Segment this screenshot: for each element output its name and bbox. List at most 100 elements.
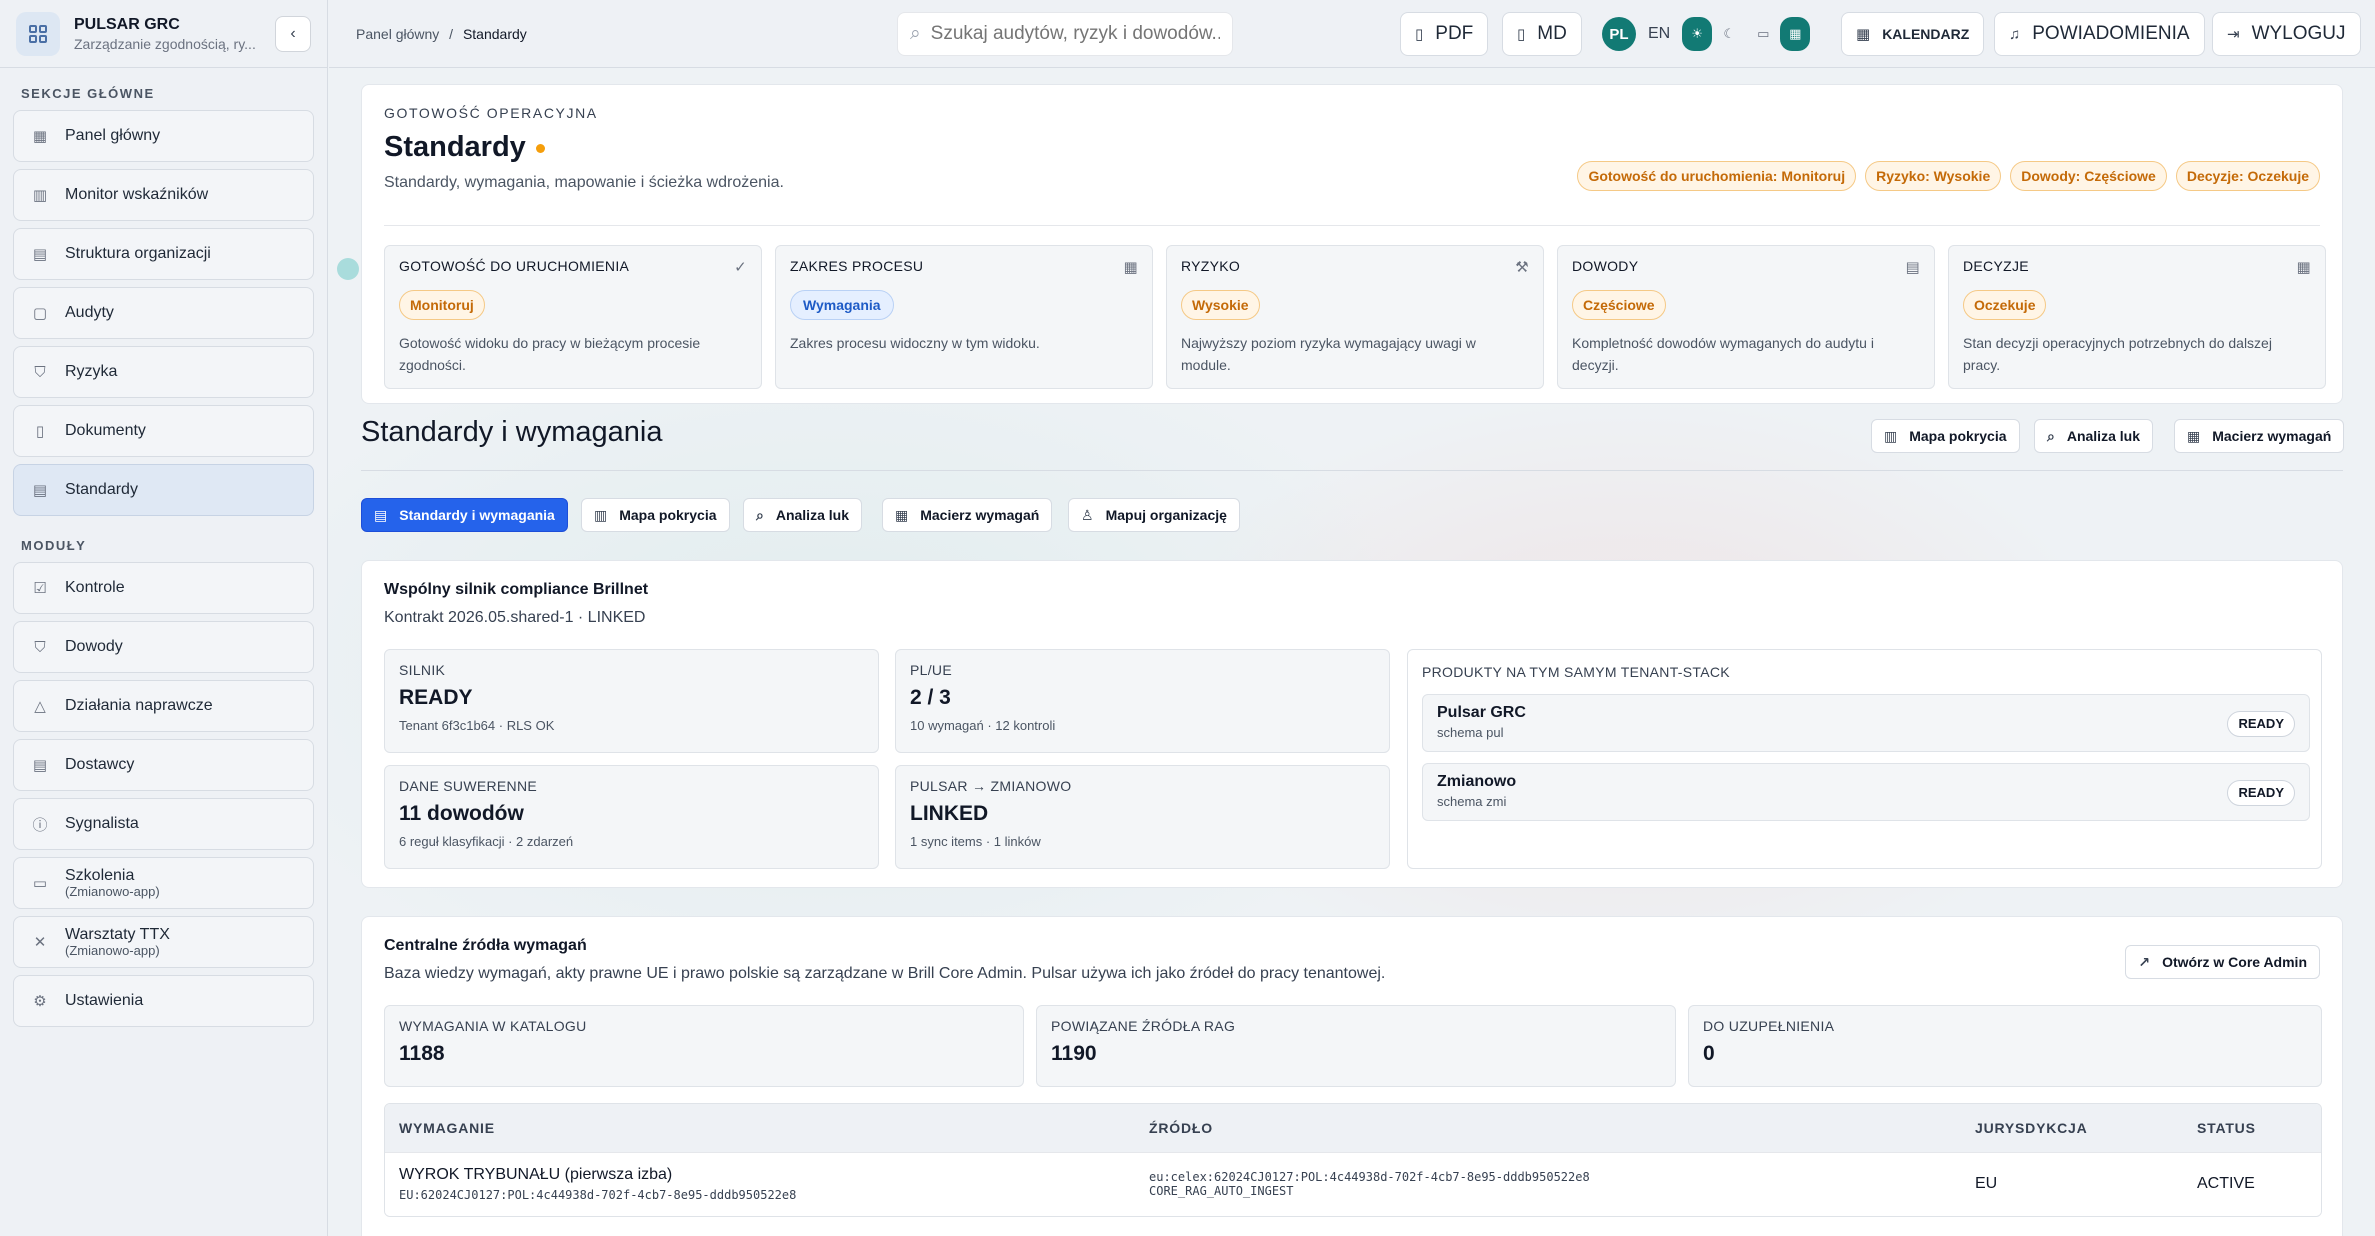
status-badge: READY — [2227, 711, 2295, 737]
tab-standards[interactable]: ▤ Standardy i wymagania — [361, 498, 568, 532]
sidebar-item-monitor[interactable]: ▥ Monitor wskaźników — [13, 169, 314, 221]
metric-text: Stan decyzji operacyjnych potrzebnych do… — [1963, 335, 2272, 373]
source-sub: CORE_RAG_AUTO_INGEST — [1149, 1184, 1294, 1199]
engine-contract: Kontrakt 2026.05.shared-1 · LINKED — [384, 609, 646, 626]
sidebar-item-trainings[interactable]: ▭ Szkolenia (Zmianowo-app) — [13, 857, 314, 909]
pdf-button[interactable]: ▯ PDF — [1400, 12, 1489, 56]
breadcrumb: Panel główny / Standardy — [356, 26, 527, 42]
divider — [384, 225, 2320, 226]
chevron-left-icon[interactable]: ‹ — [275, 15, 311, 52]
gap-analysis-button[interactable]: ⌕ Analiza luk — [2034, 419, 2153, 453]
engine-title: Wspólny silnik compliance Brillnet — [384, 581, 649, 598]
sidebar-item-sublabel: (Zmianowo-app) — [65, 942, 160, 958]
requirement-code: EU:62024CJ0127:POL:4c44938d-702f-4cb7-8e… — [399, 1188, 797, 1203]
sidebar-item-label: Sygnalista — [65, 815, 139, 832]
sidebar-item-label: Kontrole — [65, 579, 125, 596]
shield-check-icon: ⛉ — [34, 638, 46, 656]
source-id: eu:celex:62024CJ0127:POL:4c44938d-702f-4… — [1149, 1170, 1590, 1185]
metric-badge: Wymagania — [790, 290, 894, 320]
jurisdiction: EU — [1961, 1151, 2183, 1216]
sidebar-item-label: Panel główny — [65, 127, 161, 144]
file-text-icon: ▤ — [374, 506, 388, 523]
compliance-engine-card: Wspólny silnik compliance Brillnet Kontr… — [361, 560, 2343, 888]
notifications-button[interactable]: ♫ POWIADOMIENIA — [1994, 12, 2205, 56]
engine-tile: SILNIK READY Tenant 6f3c1b64 · RLS OK — [384, 649, 879, 753]
open-core-admin-button[interactable]: ↗ Otwórz w Core Admin — [2125, 945, 2320, 979]
stat-tile: WYMAGANIA W KATALOGU 1188 — [384, 1005, 1024, 1087]
tab-coverage-map[interactable]: ▥ Mapa pokrycia — [581, 498, 730, 532]
table-header: WYMAGANIE ŹRÓDŁO JURYSDYKCJA STATUS — [385, 1104, 2321, 1152]
tab-gap-analysis[interactable]: ⌕ Analiza luk — [743, 498, 862, 532]
sidebar-item-whistleblower[interactable]: ⓘ Sygnalista — [13, 798, 314, 850]
sidebar-item-label: Dokumenty — [65, 422, 146, 439]
book-icon: ▭ — [32, 875, 48, 892]
sun-icon[interactable]: ☀ — [1682, 17, 1713, 51]
sidebar-section-modules: MODUŁY — [21, 538, 87, 553]
sidebar-item-controls[interactable]: ☑ Kontrole — [13, 562, 314, 614]
status-badge: Gotowość do uruchomienia: Monitoruj — [1577, 161, 1857, 191]
alert-triangle-icon: △ — [34, 698, 46, 715]
sidebar-item-evidence[interactable]: ⛉ Dowody — [13, 621, 314, 673]
logout-button[interactable]: ⇥ WYLOGUJ — [2212, 12, 2361, 56]
lang-pl-button[interactable]: PL — [1602, 17, 1636, 51]
sidebar-item-risks[interactable]: ⛉ Ryzyka — [13, 346, 314, 398]
tab-requirements-matrix[interactable]: ▦ Macierz wymagań — [882, 498, 1053, 532]
search-icon: ⌕ — [910, 23, 921, 44]
app-title: PULSAR GRC — [74, 15, 180, 33]
lang-en-button[interactable]: EN — [1648, 25, 1670, 43]
tools-icon: ✕ — [33, 934, 47, 951]
sidebar: PULSAR GRC Zarządzanie zgodnością, ry...… — [0, 0, 328, 1236]
metric-text: Zakres procesu widoczny w tym widoku. — [790, 335, 1040, 351]
sidebar-item-audits[interactable]: ▢ Audyty — [13, 287, 314, 339]
calendar-icon: ▦ — [2296, 259, 2311, 276]
sidebar-item-settings[interactable]: ⚙ Ustawienia — [13, 975, 314, 1027]
app-subtitle: Zarządzanie zgodnością, ry... — [74, 35, 256, 52]
resize-handle[interactable] — [337, 258, 359, 280]
stat-tile: POWIĄZANE ŹRÓDŁA RAG 1190 — [1036, 1005, 1676, 1087]
table-row[interactable]: WYROK TRYBUNAŁU (pierwsza izba) EU:62024… — [385, 1151, 2321, 1216]
status-dot — [535, 143, 545, 153]
bar-chart-icon: ▥ — [594, 506, 608, 523]
requirements-matrix-button[interactable]: ▦ Macierz wymagań — [2174, 419, 2345, 453]
sidebar-item-label: Warsztaty TTX — [65, 926, 170, 944]
coverage-map-button[interactable]: ▥ Mapa pokrycia — [1871, 419, 2020, 453]
breadcrumb-root[interactable]: Panel główny — [356, 26, 439, 42]
sidebar-item-documents[interactable]: ▯ Dokumenty — [13, 405, 314, 457]
stat-tile: DO UZUPEŁNIENIA 0 — [1688, 1005, 2322, 1087]
page-title: Standardy — [384, 131, 2320, 164]
sources-title: Centralne źródła wymagań — [384, 937, 587, 954]
sidebar-item-ttx[interactable]: ✕ Warsztaty TTX (Zmianowo-app) — [13, 916, 314, 968]
sidebar-item-label: Ryzyka — [65, 363, 118, 380]
breadcrumb-current: Standardy — [462, 25, 527, 42]
calendar-button[interactable]: ▦ KALENDARZ — [1841, 12, 1985, 56]
engine-tile: DANE SUWERENNE 11 dowodów 6 reguł klasyf… — [384, 765, 879, 869]
grid-icon: ▦ — [2187, 427, 2201, 444]
sidebar-item-label: Audyty — [65, 304, 114, 321]
search-box[interactable]: ⌕ — [897, 12, 1233, 56]
sidebar-item-panel[interactable]: ▦ Panel główny — [13, 110, 314, 162]
metric-badge: Częściowe — [1572, 290, 1666, 320]
sidebar-item-standards[interactable]: ▤ Standardy — [13, 464, 314, 516]
md-button[interactable]: ▯ MD — [1502, 12, 1582, 56]
users-icon: ♙ — [1081, 506, 1094, 523]
sidebar-item-corrective-actions[interactable]: △ Działania naprawcze — [13, 680, 314, 732]
sidebar-item-structure[interactable]: ▤ Struktura organizacji — [13, 228, 314, 280]
metric-card-scope: ZAKRES PROCESU ▦ Wymagania Zakres procesu… — [775, 245, 1153, 389]
tab-map-organization[interactable]: ♙ Mapuj organizację — [1068, 498, 1240, 532]
brand: PULSAR GRC Zarządzanie zgodnością, ry...… — [0, 0, 327, 68]
metric-card-evidence: DOWODY ▤ Częściowe Kompletność dowodów wy… — [1557, 245, 1935, 389]
sidebar-item-vendors[interactable]: ▤ Dostawcy — [13, 739, 314, 791]
language-switcher: PL EN ☀ ☾ ▭ ▦ — [1602, 12, 1811, 56]
engine-tile: PULSAR → ZMIANOWO LINKED 1 sync items · … — [895, 765, 1390, 869]
status-badge: Ryzyko: Wysokie — [1865, 161, 2002, 191]
engine-tile: PL/UE 2 / 3 10 wymagań · 12 kontroli — [895, 649, 1390, 753]
sidebar-section-main: SEKCJE GŁÓWNE — [21, 86, 155, 101]
sources-description: Baza wiedzy wymagań, akty prawne UE i pr… — [384, 965, 1386, 982]
moon-icon[interactable]: ☾ — [1712, 17, 1746, 51]
monitor-icon[interactable]: ▭ — [1746, 17, 1780, 51]
contrast-icon[interactable]: ▦ — [1780, 17, 1811, 51]
divider — [361, 470, 2343, 471]
metric-card-decisions: DECYZJE ▦ Oczekuje Stan decyzji operacyjn… — [1948, 245, 2326, 389]
gear-icon: ⚙ — [33, 993, 47, 1010]
search-input[interactable] — [930, 23, 1220, 45]
